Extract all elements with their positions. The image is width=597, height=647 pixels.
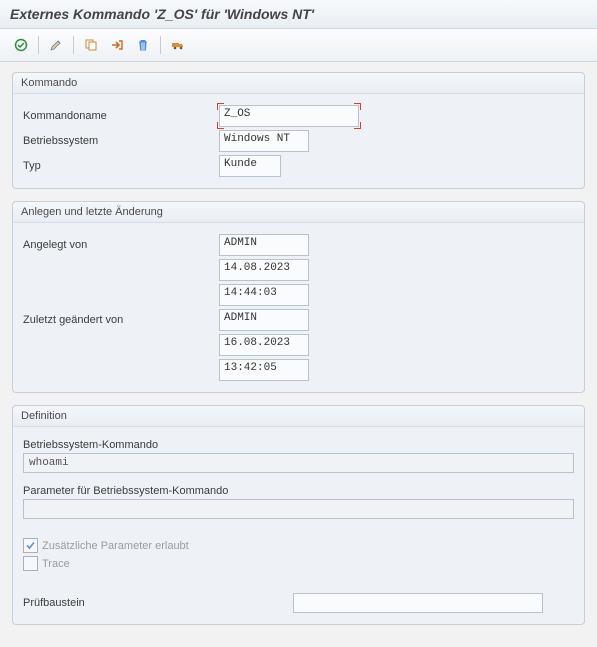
edit-button[interactable]	[45, 34, 67, 56]
created-time-field: 14:44:03	[219, 284, 309, 306]
type-label: Typ	[23, 160, 219, 172]
extra-params-checkbox[interactable]	[23, 538, 38, 553]
changed-by-label: Zuletzt geändert von	[23, 314, 219, 326]
created-date-field: 14.08.2023	[219, 259, 309, 281]
param-input[interactable]	[23, 499, 574, 519]
delete-button[interactable]	[132, 34, 154, 56]
os-command-input[interactable]	[23, 453, 574, 473]
trace-checkbox[interactable]	[23, 556, 38, 571]
group-command-legend: Kommando	[13, 73, 584, 94]
pruefbaustein-label: Prüfbaustein	[23, 597, 293, 609]
execute-button[interactable]	[10, 34, 32, 56]
created-by-label: Angelegt von	[23, 239, 219, 251]
toolbar-separator	[160, 36, 161, 54]
changed-by-field: ADMIN	[219, 309, 309, 331]
pruefbaustein-input[interactable]	[293, 593, 543, 613]
changed-time-field: 13:42:05	[219, 359, 309, 381]
copy-button[interactable]	[80, 34, 102, 56]
created-by-field: ADMIN	[219, 234, 309, 256]
command-name-field[interactable]: Z_OS	[219, 105, 359, 127]
os-field: Windows NT	[219, 130, 309, 152]
toolbar-separator	[38, 36, 39, 54]
os-command-label: Betriebssystem-Kommando	[23, 439, 574, 451]
transport-button[interactable]	[106, 34, 128, 56]
group-changes: Anlegen und letzte Änderung Angelegt von…	[12, 201, 585, 393]
command-name-label: Kommandoname	[23, 110, 219, 122]
trace-label: Trace	[42, 558, 70, 570]
type-field: Kunde	[219, 155, 281, 177]
toolbar	[0, 29, 597, 62]
group-command: Kommando Kommandoname Z_OS Betriebssyste…	[12, 72, 585, 189]
truck-button[interactable]	[167, 34, 189, 56]
group-definition: Definition Betriebssystem-Kommando Param…	[12, 405, 585, 625]
changed-date-field: 16.08.2023	[219, 334, 309, 356]
os-label: Betriebssystem	[23, 135, 219, 147]
toolbar-separator	[73, 36, 74, 54]
group-changes-legend: Anlegen und letzte Änderung	[13, 202, 584, 223]
param-label: Parameter für Betriebssystem-Kommando	[23, 485, 574, 497]
page-title: Externes Kommando 'Z_OS' für 'Windows NT…	[0, 0, 597, 29]
extra-params-label: Zusätzliche Parameter erlaubt	[42, 540, 189, 552]
group-definition-legend: Definition	[13, 406, 584, 427]
